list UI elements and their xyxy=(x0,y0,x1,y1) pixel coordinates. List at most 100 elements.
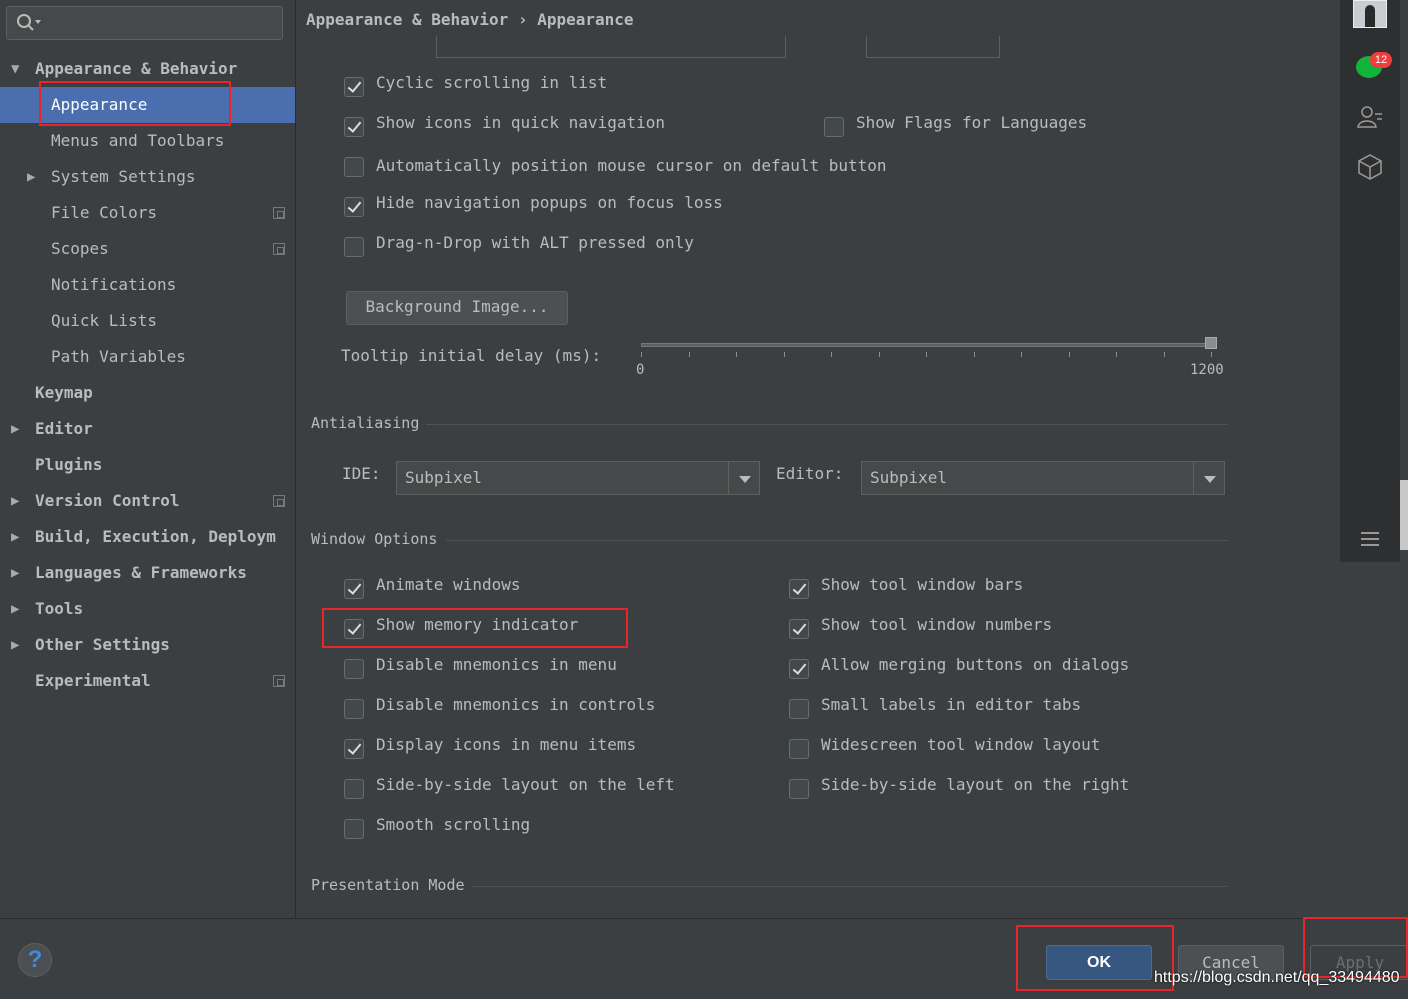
chevron-right-icon[interactable]: ▶ xyxy=(11,591,19,627)
slider-tick xyxy=(831,352,832,357)
avatar[interactable] xyxy=(1353,0,1387,28)
dialog-footer: ? OK Cancel Apply https://blog.csdn.net/… xyxy=(0,917,1408,999)
window-option-label: Show tool window numbers xyxy=(821,615,1053,634)
notification-badge: 12 xyxy=(1370,52,1392,68)
slider-tick xyxy=(1069,352,1070,357)
window-option-checkbox[interactable] xyxy=(344,779,364,799)
window-option-label: Smooth scrolling xyxy=(376,815,531,834)
sidebar-item-path-variables[interactable]: Path Variables xyxy=(0,339,295,375)
drag-n-drop-alt-checkbox[interactable] xyxy=(344,237,364,257)
help-button[interactable]: ? xyxy=(18,943,52,977)
highlight-ok-box xyxy=(1016,925,1174,991)
auto-position-mouse-label: Automatically position mouse cursor on d… xyxy=(376,156,887,175)
slider-tick xyxy=(689,352,690,357)
sidebar-item-label: Quick Lists xyxy=(51,311,157,330)
sidebar-item-label: Build, Execution, Deploym xyxy=(35,527,276,546)
hide-nav-popups-checkbox[interactable] xyxy=(344,197,364,217)
background-image-button[interactable]: Background Image... xyxy=(346,291,568,325)
cyclic-scrolling-label: Cyclic scrolling in list xyxy=(376,73,608,92)
sidebar-item-menus-and-toolbars[interactable]: Menus and Toolbars xyxy=(0,123,295,159)
editor-antialiasing-select[interactable]: Subpixel xyxy=(861,461,1225,495)
window-option-checkbox[interactable] xyxy=(344,819,364,839)
sidebar-item-label: Notifications xyxy=(51,275,177,294)
ide-antialiasing-select[interactable]: Subpixel xyxy=(396,461,760,495)
sidebar-item-editor[interactable]: ▶ Editor xyxy=(0,411,295,447)
project-scope-icon xyxy=(273,495,285,507)
window-option-checkbox[interactable] xyxy=(344,579,364,599)
sidebar-item-notifications[interactable]: Notifications xyxy=(0,267,295,303)
chevron-right-icon[interactable]: ▶ xyxy=(27,159,35,195)
window-option-label: Allow merging buttons on dialogs xyxy=(821,655,1130,674)
show-icons-quick-nav-checkbox[interactable] xyxy=(344,117,364,137)
window-option-label: Display icons in menu items xyxy=(376,735,637,754)
chevron-down-icon xyxy=(728,462,759,494)
settings-search-input[interactable] xyxy=(6,6,283,40)
slider-tick xyxy=(1116,352,1117,357)
sidebar-item-build-execution-deploym[interactable]: ▶ Build, Execution, Deploym xyxy=(0,519,295,555)
slider-tick xyxy=(1164,352,1165,357)
sidebar-item-version-control[interactable]: ▶ Version Control xyxy=(0,483,295,519)
sidebar-item-other-settings[interactable]: ▶ Other Settings xyxy=(0,627,295,663)
sidebar-item-experimental[interactable]: Experimental xyxy=(0,663,295,699)
sidebar-item-keymap[interactable]: Keymap xyxy=(0,375,295,411)
breadcrumb-current: Appearance xyxy=(537,10,634,29)
sidebar-item-system-settings[interactable]: ▶ System Settings xyxy=(0,159,295,195)
presentation-mode-divider xyxy=(472,886,1228,887)
slider-tick xyxy=(926,352,927,357)
contacts-icon[interactable] xyxy=(1356,104,1384,130)
antialiasing-section-title: Antialiasing xyxy=(311,414,420,432)
show-flags-checkbox[interactable] xyxy=(824,117,844,137)
sidebar-item-label: Scopes xyxy=(51,239,109,258)
window-option-checkbox[interactable] xyxy=(344,739,364,759)
window-option-label: Side-by-side layout on the right xyxy=(821,775,1130,794)
tooltip-delay-max: 1200 xyxy=(1190,362,1224,378)
hide-nav-popups-label: Hide navigation popups on focus loss xyxy=(376,193,723,212)
menu-icon[interactable] xyxy=(1361,531,1379,547)
sidebar-item-label: Tools xyxy=(35,599,84,618)
project-scope-icon xyxy=(273,675,285,687)
window-option-checkbox[interactable] xyxy=(789,699,809,719)
external-side-toolbar: 12 xyxy=(1340,0,1400,562)
window-option-checkbox[interactable] xyxy=(789,779,809,799)
window-scrollbar[interactable] xyxy=(1400,480,1408,550)
sidebar-item-quick-lists[interactable]: Quick Lists xyxy=(0,303,295,339)
antialiasing-divider xyxy=(426,424,1228,425)
window-options-divider xyxy=(446,540,1228,541)
cyclic-scrolling-checkbox[interactable] xyxy=(344,77,364,97)
sidebar-item-plugins[interactable]: Plugins xyxy=(0,447,295,483)
sidebar-item-label: Plugins xyxy=(35,455,103,474)
window-option-checkbox[interactable] xyxy=(789,579,809,599)
sidebar-item-scopes[interactable]: Scopes xyxy=(0,231,295,267)
window-option-label: Small labels in editor tabs xyxy=(821,695,1082,714)
sidebar-item-file-colors[interactable]: File Colors xyxy=(0,195,295,231)
auto-position-mouse-checkbox[interactable] xyxy=(344,157,364,177)
chevron-right-icon[interactable]: ▶ xyxy=(11,627,19,663)
slider-track xyxy=(641,343,1211,347)
breadcrumb-parent[interactable]: Appearance & Behavior xyxy=(306,10,508,29)
chevron-right-icon[interactable]: ▶ xyxy=(11,411,19,447)
slider-thumb[interactable] xyxy=(1205,337,1217,349)
chevron-right-icon[interactable]: ▶ xyxy=(11,519,19,555)
chevron-down-icon[interactable]: ▼ xyxy=(11,51,19,87)
tooltip-delay-label: Tooltip initial delay (ms): xyxy=(341,346,602,365)
editor-antialiasing-value: Subpixel xyxy=(870,468,948,487)
sidebar-item-label: Editor xyxy=(35,419,93,438)
sidebar-item-tools[interactable]: ▶ Tools xyxy=(0,591,295,627)
slider-tick xyxy=(736,352,737,357)
window-option-checkbox[interactable] xyxy=(789,659,809,679)
chevron-right-icon[interactable]: ▶ xyxy=(11,555,19,591)
window-option-checkbox[interactable] xyxy=(344,699,364,719)
window-option-checkbox[interactable] xyxy=(344,659,364,679)
tooltip-delay-slider[interactable] xyxy=(641,336,1221,366)
search-icon xyxy=(17,14,41,31)
slider-tick xyxy=(1021,352,1022,357)
chevron-right-icon[interactable]: ▶ xyxy=(11,483,19,519)
window-option-label: Animate windows xyxy=(376,575,521,594)
window-option-checkbox[interactable] xyxy=(789,619,809,639)
sidebar-item-languages-frameworks[interactable]: ▶ Languages & Frameworks xyxy=(0,555,295,591)
slider-ticks xyxy=(641,352,1212,362)
sidebar-item-label: Version Control xyxy=(35,491,180,510)
window-option-checkbox[interactable] xyxy=(789,739,809,759)
cube-icon[interactable] xyxy=(1357,153,1383,181)
show-icons-quick-nav-label: Show icons in quick navigation xyxy=(376,113,665,132)
